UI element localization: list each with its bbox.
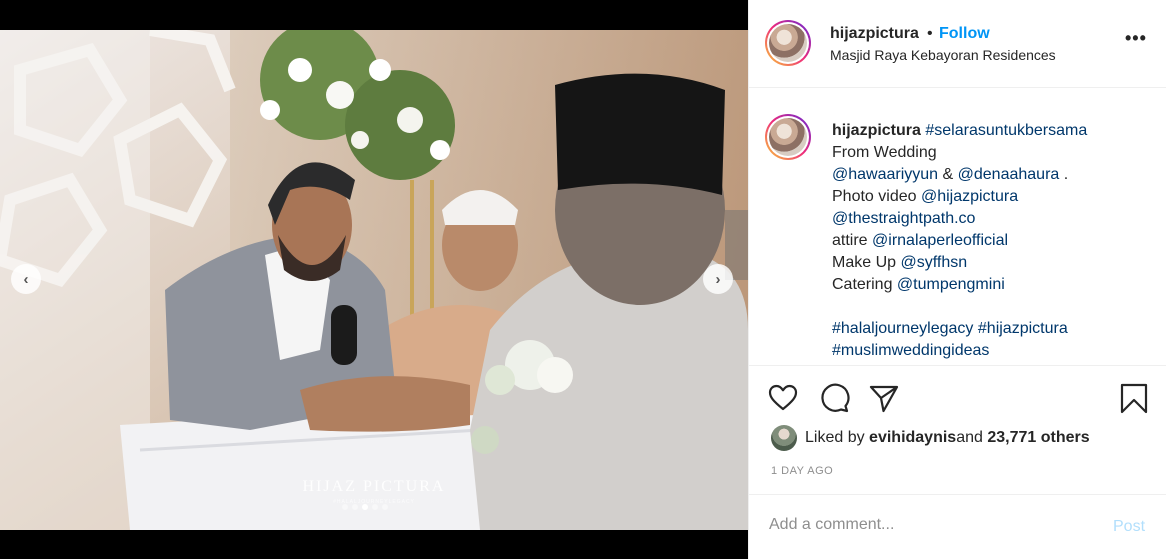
mention-link[interactable]: @syffhsn xyxy=(900,254,967,271)
action-bar xyxy=(749,378,1166,418)
carousel-dot xyxy=(352,504,358,510)
mention-link[interactable]: @hawaariyyun xyxy=(832,166,938,183)
hashtag-link[interactable]: #hijazpictura xyxy=(978,320,1068,337)
caption-text: Catering xyxy=(832,276,897,293)
photo-watermark: HIJAZ PICTURA xyxy=(302,478,446,495)
carousel-prev-button[interactable]: ‹ xyxy=(11,264,41,294)
follow-button[interactable]: Follow xyxy=(939,25,990,43)
chevron-left-icon: ‹ xyxy=(23,270,29,288)
heart-icon xyxy=(768,384,798,411)
carousel-dot xyxy=(382,504,388,510)
carousel-dot xyxy=(372,504,378,510)
comment-icon xyxy=(821,383,850,413)
liker-avatar[interactable] xyxy=(771,425,797,451)
mention-link[interactable]: @denaahaura xyxy=(958,166,1060,183)
hashtag-link[interactable]: #halaljourneylegacy xyxy=(832,320,973,337)
save-button[interactable] xyxy=(1118,382,1150,414)
post-photo[interactable] xyxy=(0,30,748,530)
mention-link[interactable]: @thestraightpath.co xyxy=(832,210,975,227)
mention-link[interactable]: @tumpengmini xyxy=(897,276,1005,293)
carousel-next-button[interactable]: › xyxy=(703,264,733,294)
hashtag-link[interactable]: #selarasuntukbersama xyxy=(925,122,1087,139)
hashtag-link[interactable]: #muslimweddingideas xyxy=(832,342,989,359)
comment-input[interactable] xyxy=(769,516,1089,534)
share-button[interactable] xyxy=(868,382,900,414)
carousel-dot xyxy=(362,504,368,510)
caption-avatar[interactable] xyxy=(765,114,811,160)
carousel-dot xyxy=(342,504,348,510)
chevron-right-icon: › xyxy=(715,270,721,288)
carousel-dots xyxy=(342,504,388,510)
share-icon xyxy=(869,385,899,413)
profile-avatar[interactable] xyxy=(765,20,811,66)
wedding-photo xyxy=(0,30,748,530)
comments-area: hijazpictura #selarasuntukbersama From W… xyxy=(749,88,1166,366)
likes-summary: Liked by evihidaynis and 23,771 others xyxy=(771,425,1090,451)
post-media: ‹ › HIJAZ PICTURA #HALALJOURNEYLEGACY xyxy=(0,0,748,559)
location-link[interactable]: Masjid Raya Kebayoran Residences xyxy=(830,47,1056,63)
header-separator: • xyxy=(927,25,933,42)
caption-text: Photo video xyxy=(832,188,921,205)
caption-text: From Wedding xyxy=(832,144,937,161)
post-timestamp[interactable]: 1 DAY AGO xyxy=(771,465,833,477)
caption-text: & xyxy=(938,166,958,183)
likes-prefix: Liked by xyxy=(805,429,865,446)
mention-link[interactable]: @irnalaperleofficial xyxy=(872,232,1008,249)
liker-username[interactable]: evihidaynis xyxy=(869,429,956,447)
caption-text: Make Up xyxy=(832,254,901,271)
likes-others-link[interactable]: 23,771 others xyxy=(987,429,1089,447)
comment-button[interactable] xyxy=(818,382,850,414)
like-button[interactable] xyxy=(767,382,799,414)
caption-text: attire xyxy=(832,232,873,249)
post-side-panel: hijazpictura • Follow Masjid Raya Kebayo… xyxy=(748,0,1166,559)
comment-bar: Post xyxy=(749,494,1166,559)
more-horizontal-icon[interactable]: ••• xyxy=(1125,28,1147,49)
caption-text: . xyxy=(1059,166,1069,183)
post-comment-button[interactable]: Post xyxy=(1113,518,1145,536)
likes-and: and xyxy=(956,429,983,446)
caption-username[interactable]: hijazpictura xyxy=(832,122,921,139)
bookmark-icon xyxy=(1120,383,1148,414)
post-header: hijazpictura • Follow Masjid Raya Kebayo… xyxy=(749,0,1166,88)
header-username[interactable]: hijazpictura xyxy=(830,25,919,43)
post-caption: hijazpictura #selarasuntukbersama From W… xyxy=(832,120,1152,362)
mention-link[interactable]: @hijazpictura xyxy=(921,188,1018,205)
